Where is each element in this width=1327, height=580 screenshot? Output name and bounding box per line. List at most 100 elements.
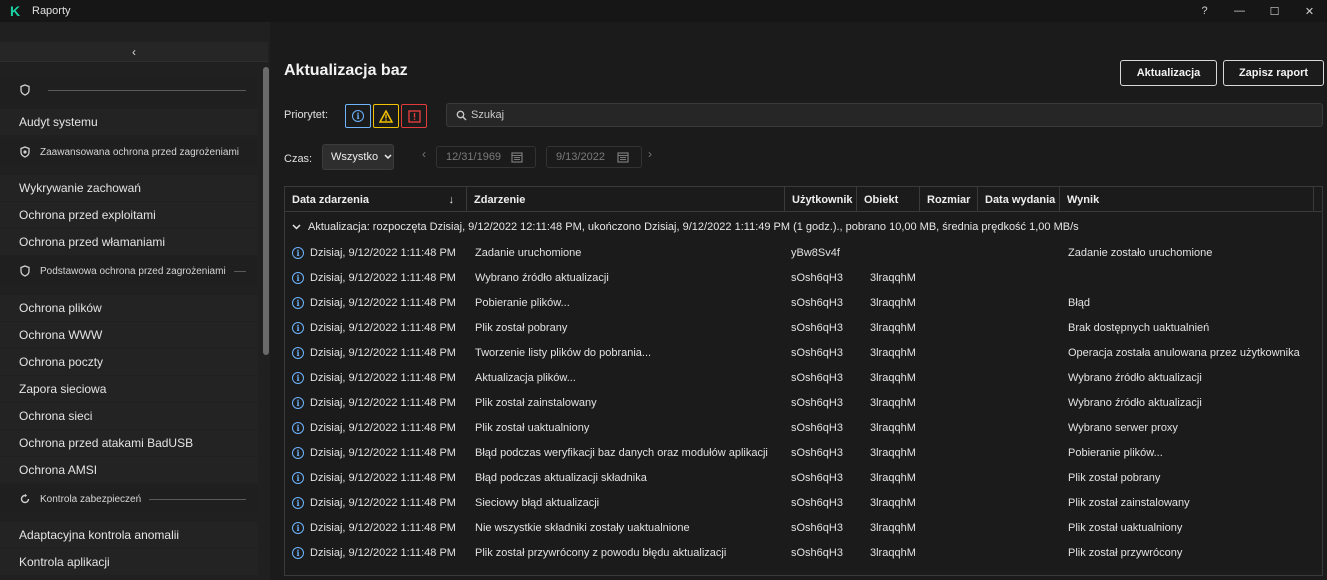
priority-info-toggle[interactable]: i: [345, 104, 371, 128]
table-row[interactable]: i Dzisiaj, 9/12/2022 1:11:48 PM Pobieranie…: [285, 290, 1322, 315]
sidebar-item-ochrona-www[interactable]: Ochrona WWW: [0, 322, 258, 348]
sidebar-item-label: Ochrona poczty: [19, 355, 104, 369]
cell-user-text: sOsh6qH3: [791, 321, 843, 334]
sidebar-scrollbar[interactable]: [263, 67, 269, 355]
sidebar-item-ochrona-plikow[interactable]: Ochrona plików: [0, 295, 258, 321]
column-size[interactable]: Rozmiar: [920, 187, 978, 212]
cell-event-text: Plik został przywrócony z powodu błędu a…: [475, 546, 727, 559]
date-to-value: 9/13/2022: [556, 151, 605, 163]
date-from-field[interactable]: 12/31/1969: [436, 146, 536, 168]
sidebar-item-ochrona-wlamania[interactable]: Ochrona przed włamaniami: [0, 229, 258, 255]
table-row[interactable]: i Dzisiaj, 9/12/2022 1:11:48 PM Plik zosta…: [285, 540, 1322, 565]
column-user[interactable]: Użytkownik: [785, 187, 857, 212]
cell-event-text: Aktualizacja plików...: [475, 371, 576, 384]
sidebar-item-wykrywanie-zachowan[interactable]: Wykrywanie zachowań: [0, 175, 258, 201]
calendar-icon: [511, 152, 523, 163]
cell-user-text: sOsh6qH3: [791, 521, 843, 534]
sidebar-header-label: Podstawowa ochrona przed zagrożeniami: [40, 265, 226, 277]
update-button[interactable]: Aktualizacja: [1120, 60, 1217, 86]
sidebar-item-ochrona-amsi[interactable]: Ochrona AMSI: [0, 457, 258, 483]
cell-date-text: Dzisiaj, 9/12/2022 1:11:48 PM: [310, 421, 456, 434]
info-icon: i: [292, 346, 304, 359]
cell-result-text: Operacja została anulowana przez użytkow…: [1068, 346, 1300, 359]
search-placeholder: Szukaj: [471, 109, 505, 121]
cell-user: sOsh6qH3: [791, 415, 861, 440]
help-button[interactable]: ?: [1187, 0, 1222, 22]
table-row[interactable]: i Dzisiaj, 9/12/2022 1:11:48 PM Tworzenie …: [285, 340, 1322, 365]
cell-user: sOsh6qH3: [791, 440, 861, 465]
cell-result: Plik został zainstalowany: [1068, 490, 1320, 515]
maximize-button[interactable]: ☐: [1257, 0, 1292, 22]
date-to-field[interactable]: 9/13/2022: [546, 146, 642, 168]
column-result[interactable]: Wynik: [1060, 187, 1314, 212]
cell-date: i Dzisiaj, 9/12/2022 1:11:48 PM: [292, 390, 467, 415]
cell-date: i Dzisiaj, 9/12/2022 1:11:48 PM: [292, 540, 467, 565]
cell-user: sOsh6qH3: [791, 490, 861, 515]
cell-event: Wybrano źródło aktualizacji: [475, 265, 787, 290]
column-label: Zdarzenie: [474, 193, 526, 206]
cell-date: i Dzisiaj, 9/12/2022 1:11:48 PM: [292, 490, 467, 515]
cell-result: Plik został uaktualniony: [1068, 515, 1320, 540]
table-row[interactable]: i Dzisiaj, 9/12/2022 1:11:48 PM Wybrano źr…: [285, 265, 1322, 290]
table-row[interactable]: i Dzisiaj, 9/12/2022 1:11:48 PM Plik zosta…: [285, 390, 1322, 415]
cell-date: i Dzisiaj, 9/12/2022 1:11:48 PM: [292, 415, 467, 440]
sidebar-item-label: Ochrona AMSI: [19, 463, 98, 477]
table-row[interactable]: i Dzisiaj, 9/12/2022 1:11:48 PM Zadanie ur…: [285, 240, 1322, 265]
sidebar-item-ochrona-sieci[interactable]: Ochrona sieci: [0, 403, 258, 429]
sidebar-item-kontrola-aplikacji[interactable]: Kontrola aplikacji: [0, 549, 258, 575]
column-event[interactable]: Zdarzenie: [467, 187, 785, 212]
table-row[interactable]: i Dzisiaj, 9/12/2022 1:11:48 PM Aktualizac…: [285, 365, 1322, 390]
sidebar-item-label: Adaptacyjna kontrola anomalii: [19, 528, 180, 542]
column-object[interactable]: Obiekt: [857, 187, 920, 212]
cell-user-text: sOsh6qH3: [791, 471, 843, 484]
info-icon: i: [352, 110, 364, 122]
cell-user-text: sOsh6qH3: [791, 396, 843, 409]
time-range-select[interactable]: Wszystko: [322, 144, 394, 170]
column-release-date[interactable]: Data wydania: [978, 187, 1060, 212]
save-report-button[interactable]: Zapisz raport: [1223, 60, 1324, 86]
table-row[interactable]: i Dzisiaj, 9/12/2022 1:11:48 PM Błąd podcz…: [285, 440, 1322, 465]
info-icon: i: [292, 321, 304, 334]
sidebar-item-adaptacyjna-kontrola[interactable]: Adaptacyjna kontrola anomalii: [0, 522, 258, 548]
date-next-arrow[interactable]: ›: [648, 147, 652, 161]
cell-object-text: 3lraqqhM: [870, 271, 916, 284]
priority-error-toggle[interactable]: [401, 104, 427, 128]
cell-date-text: Dzisiaj, 9/12/2022 1:11:48 PM: [310, 546, 456, 559]
window-controls: ? — ☐ ✕: [1187, 0, 1327, 22]
cell-date-text: Dzisiaj, 9/12/2022 1:11:48 PM: [310, 321, 456, 334]
cell-event: Błąd podczas aktualizacji składnika: [475, 465, 787, 490]
table-row[interactable]: i Dzisiaj, 9/12/2022 1:11:48 PM Nie wszyst…: [285, 515, 1322, 540]
sidebar-item-audyt-systemu[interactable]: Audyt systemu: [0, 109, 258, 135]
minimize-button[interactable]: —: [1222, 0, 1257, 22]
cell-object: 3lraqqhM: [870, 515, 930, 540]
table-row[interactable]: i Dzisiaj, 9/12/2022 1:11:48 PM Sieciowy b…: [285, 490, 1322, 515]
cell-event: Plik został zainstalowany: [475, 390, 787, 415]
sidebar-item-label: Ochrona przed exploitami: [19, 208, 156, 222]
close-button[interactable]: ✕: [1292, 0, 1327, 22]
sidebar-item-label: Ochrona plików: [19, 301, 102, 315]
sidebar-item-label: Wykrywanie zachowań: [19, 181, 141, 195]
search-icon: [456, 110, 467, 120]
sidebar-item-ochrona-poczty[interactable]: Ochrona poczty: [0, 349, 258, 375]
sidebar-item-ochrona-badusb[interactable]: Ochrona przed atakami BadUSB: [0, 430, 258, 456]
column-date[interactable]: Data zdarzenia ↓: [285, 187, 467, 212]
table-row[interactable]: i Dzisiaj, 9/12/2022 1:11:48 PM Plik zosta…: [285, 315, 1322, 340]
sidebar-collapse-button[interactable]: ‹: [0, 42, 268, 62]
search-input[interactable]: Szukaj: [446, 103, 1323, 127]
events-table: Data zdarzenia ↓ Zdarzenie Użytkownik Ob…: [284, 186, 1323, 576]
group-row[interactable]: Aktualizacja: rozpoczęta Dzisiaj, 9/12/2…: [285, 215, 1322, 239]
cell-result-text: Wybrano serwer proxy: [1068, 421, 1178, 434]
sidebar-item-ochrona-exploity[interactable]: Ochrona przed exploitami: [0, 202, 258, 228]
table-row[interactable]: i Dzisiaj, 9/12/2022 1:11:48 PM Plik zosta…: [285, 415, 1322, 440]
cell-object-text: 3lraqqhM: [870, 321, 916, 334]
priority-warning-toggle[interactable]: [373, 104, 399, 128]
cell-date-text: Dzisiaj, 9/12/2022 1:11:48 PM: [310, 471, 456, 484]
cell-user-text: sOsh6qH3: [791, 446, 843, 459]
info-icon: i: [292, 446, 304, 459]
time-select-value: Wszystko: [331, 151, 379, 163]
column-label: Użytkownik: [792, 193, 853, 206]
sidebar-item-zapora-sieciowa[interactable]: Zapora sieciowa: [0, 376, 258, 402]
date-prev-arrow[interactable]: ‹: [422, 147, 426, 161]
table-row[interactable]: i Dzisiaj, 9/12/2022 1:11:48 PM Błąd podcz…: [285, 465, 1322, 490]
sidebar-item-label: Kontrola aplikacji: [19, 555, 110, 569]
